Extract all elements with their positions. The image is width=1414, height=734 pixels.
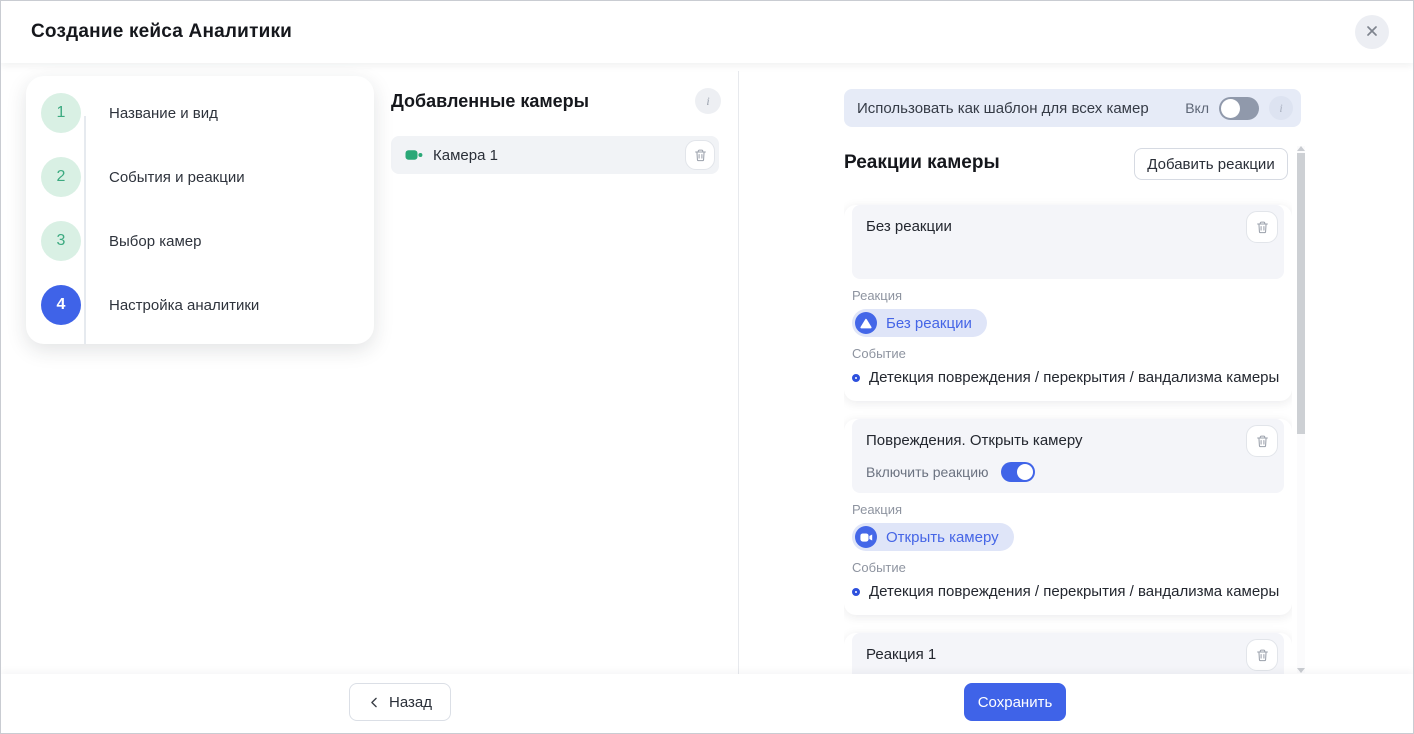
step-label: Настройка аналитики bbox=[109, 297, 259, 314]
camera-icon bbox=[855, 526, 877, 548]
close-icon bbox=[1364, 23, 1380, 42]
event-item[interactable]: Детекция повреждения / перекрытия / ванд… bbox=[852, 583, 1284, 600]
enable-reaction-label: Включить реакцию bbox=[866, 464, 989, 480]
reaction-chip[interactable]: Открыть камеру bbox=[852, 523, 1014, 551]
toggle-knob bbox=[1017, 464, 1033, 480]
stepper-step-name-and-type[interactable]: 1 Название и вид bbox=[41, 93, 218, 133]
dialog-header: Создание кейса Аналитики bbox=[1, 1, 1413, 63]
stepper-card: 1 Название и вид 2 События и реакции 3 В… bbox=[26, 76, 374, 344]
step-number-badge: 3 bbox=[41, 221, 81, 261]
delete-reaction-button[interactable] bbox=[1246, 425, 1278, 457]
scrollbar-thumb[interactable] bbox=[1297, 153, 1305, 434]
camera-name: Камера 1 bbox=[433, 147, 685, 164]
scroll-up-arrow-icon[interactable] bbox=[1297, 146, 1305, 151]
save-button[interactable]: Сохранить bbox=[964, 683, 1066, 721]
toggle-knob bbox=[1221, 99, 1240, 118]
delete-reaction-button[interactable] bbox=[1246, 211, 1278, 243]
event-label: Детекция повреждения / перекрытия / ванд… bbox=[869, 583, 1279, 600]
add-reactions-button[interactable]: Добавить реакции bbox=[1134, 148, 1288, 180]
alert-icon bbox=[855, 312, 877, 334]
reactions-scrollbar bbox=[1297, 146, 1305, 673]
trash-icon bbox=[1255, 220, 1270, 235]
chevron-left-icon bbox=[368, 696, 381, 709]
close-button[interactable] bbox=[1355, 15, 1389, 49]
added-cameras-title: Добавленные камеры bbox=[391, 91, 589, 112]
reaction-card: Реакция 1 bbox=[844, 633, 1292, 676]
reaction-card: Повреждения. Открыть камеру Включить реа… bbox=[844, 419, 1292, 615]
trash-icon bbox=[1255, 648, 1270, 663]
camera-reactions-title: Реакции камеры bbox=[844, 152, 1000, 174]
reaction-card-title: Реакция 1 bbox=[866, 646, 1270, 663]
reaction-chip-label: Без реакции bbox=[886, 315, 972, 332]
trash-icon bbox=[1255, 434, 1270, 449]
template-banner: Использовать как шаблон для всех камер В… bbox=[844, 89, 1301, 127]
back-button-label: Назад bbox=[389, 694, 432, 711]
step-label: Название и вид bbox=[109, 105, 218, 122]
template-banner-label: Использовать как шаблон для всех камер bbox=[857, 100, 1185, 117]
template-toggle-label: Вкл bbox=[1185, 100, 1209, 116]
enable-reaction-toggle[interactable] bbox=[1001, 462, 1035, 482]
reaction-chip-label: Открыть камеру bbox=[886, 529, 999, 546]
delete-reaction-button[interactable] bbox=[1246, 639, 1278, 671]
event-field-label: Событие bbox=[852, 346, 1284, 361]
camera-icon bbox=[405, 148, 423, 162]
reaction-card-title: Повреждения. Открыть камеру bbox=[866, 432, 1270, 449]
delete-camera-button[interactable] bbox=[685, 140, 715, 170]
panel-divider bbox=[738, 71, 739, 677]
reaction-chip[interactable]: Без реакции bbox=[852, 309, 987, 337]
back-button[interactable]: Назад bbox=[349, 683, 451, 721]
step-number-badge: 2 bbox=[41, 157, 81, 197]
info-icon: i bbox=[1279, 101, 1282, 116]
create-analytics-case-dialog: Создание кейса Аналитики 1 Название и ви… bbox=[0, 0, 1414, 734]
info-icon: i bbox=[706, 94, 709, 109]
camera-list-item[interactable]: Камера 1 bbox=[391, 136, 719, 174]
trash-icon bbox=[693, 148, 708, 163]
radio-ring-icon bbox=[852, 374, 860, 382]
reaction-card: Без реакции Реакция bbox=[844, 205, 1292, 401]
dialog-footer: Назад Сохранить bbox=[1, 674, 1413, 733]
stepper-step-events-reactions[interactable]: 2 События и реакции bbox=[41, 157, 245, 197]
reaction-card-header: Реакция 1 bbox=[852, 633, 1284, 676]
stepper-step-camera-selection[interactable]: 3 Выбор камер bbox=[41, 221, 201, 261]
reaction-card-header: Без реакции bbox=[852, 205, 1284, 279]
dialog-title: Создание кейса Аналитики bbox=[31, 21, 1355, 43]
step-label: События и реакции bbox=[109, 169, 245, 186]
step-label: Выбор камер bbox=[109, 233, 201, 250]
event-item[interactable]: Детекция повреждения / перекрытия / ванд… bbox=[852, 369, 1284, 386]
reaction-card-title: Без реакции bbox=[866, 218, 1270, 235]
step-number-badge: 1 bbox=[41, 93, 81, 133]
reaction-field-label: Реакция bbox=[852, 502, 1284, 517]
radio-ring-icon bbox=[852, 588, 860, 596]
scroll-down-arrow-icon[interactable] bbox=[1297, 668, 1305, 673]
event-field-label: Событие bbox=[852, 560, 1284, 575]
reaction-card-header: Повреждения. Открыть камеру Включить реа… bbox=[852, 419, 1284, 493]
template-toggle[interactable] bbox=[1219, 97, 1259, 120]
reactions-list: Без реакции Реакция bbox=[844, 197, 1292, 676]
template-info-button[interactable]: i bbox=[1269, 96, 1293, 120]
reaction-field-label: Реакция bbox=[852, 288, 1284, 303]
added-cameras-info-button[interactable]: i bbox=[695, 88, 721, 114]
stepper-step-analytics-settings[interactable]: 4 Настройка аналитики bbox=[41, 285, 259, 325]
event-label: Детекция повреждения / перекрытия / ванд… bbox=[869, 369, 1279, 386]
step-number-badge: 4 bbox=[41, 285, 81, 325]
